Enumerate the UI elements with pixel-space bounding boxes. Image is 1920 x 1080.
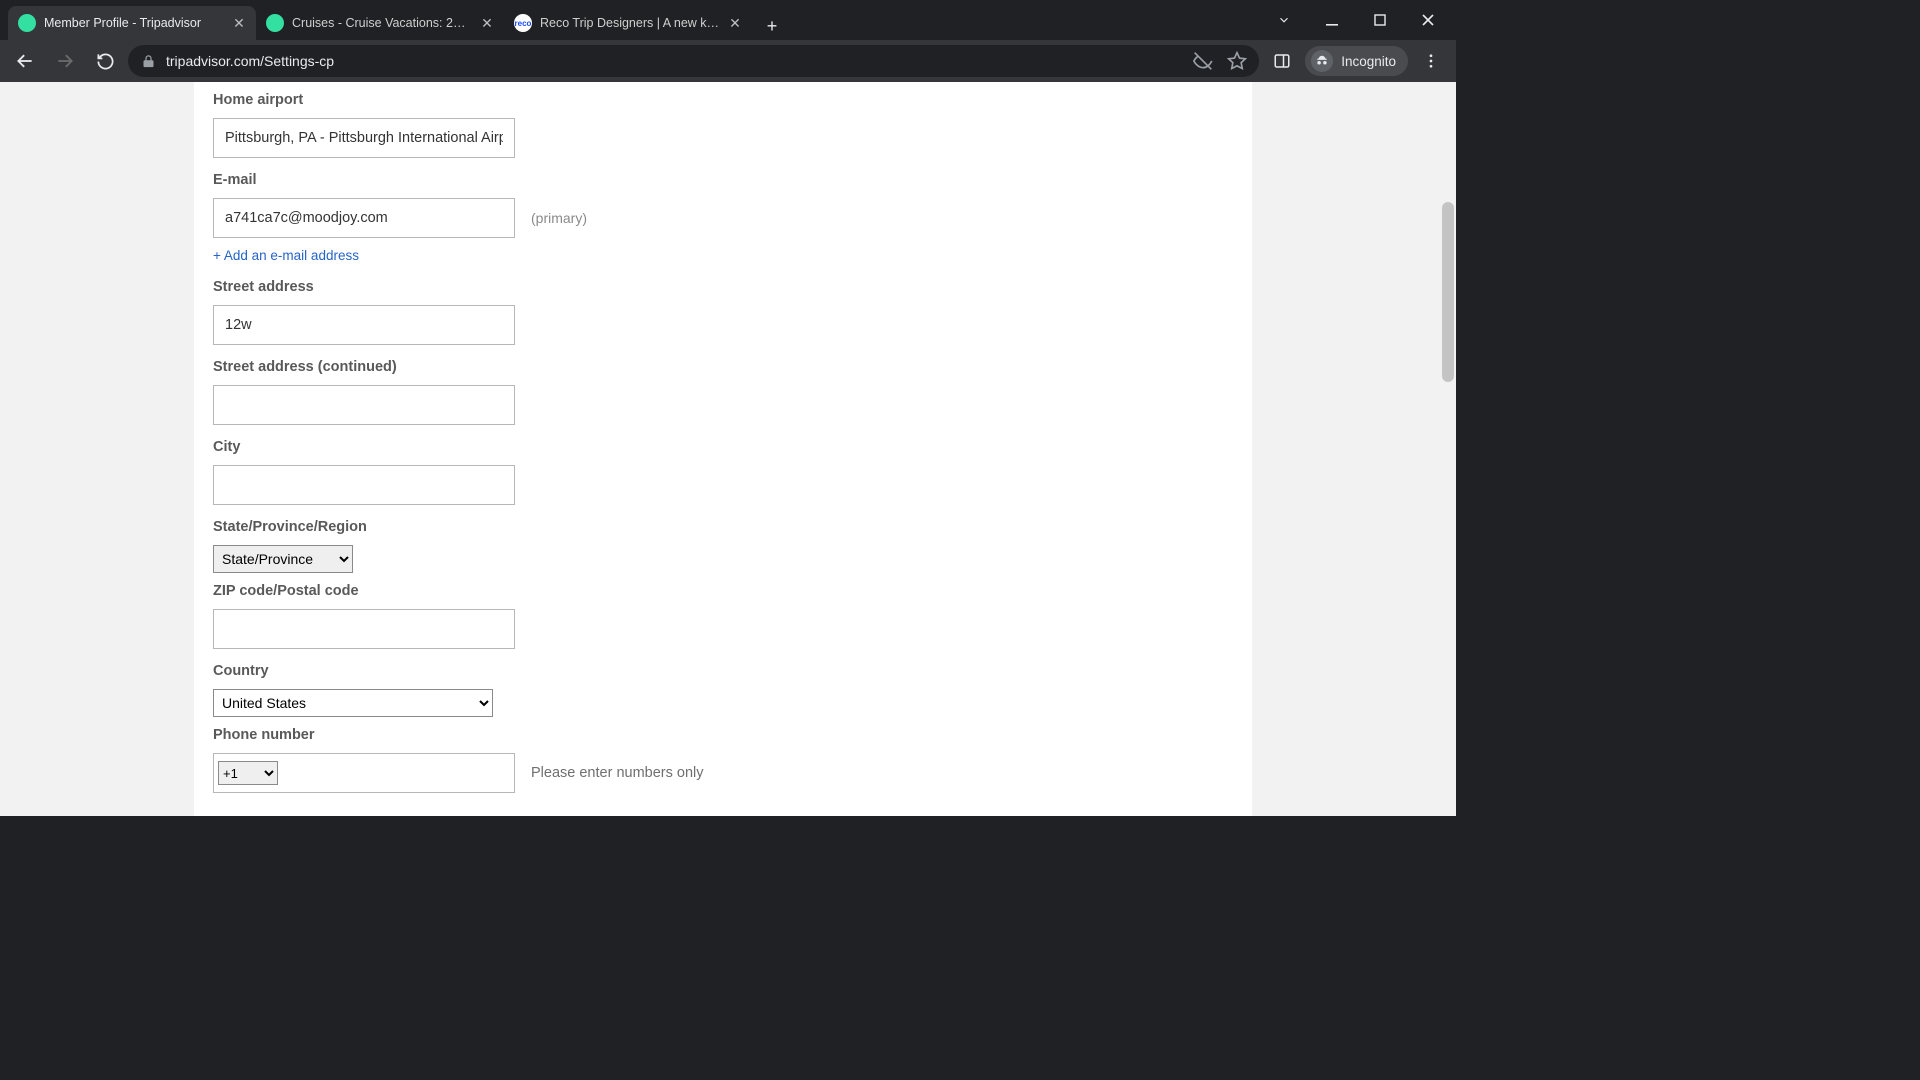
phone-number-input[interactable] <box>284 754 514 792</box>
city-input[interactable] <box>213 465 515 505</box>
vertical-scrollbar[interactable] <box>1440 82 1456 816</box>
omnibox-right <box>1193 51 1247 71</box>
tab-reco[interactable]: reco Reco Trip Designers | A new kind ✕ <box>504 6 752 40</box>
label-phone: Phone number <box>213 727 1252 743</box>
browser-toolbar: tripadvisor.com/Settings-cp Incognito <box>0 40 1456 82</box>
phone-country-code-select[interactable]: +1 <box>218 761 278 785</box>
email-primary-note: (primary) <box>531 210 587 226</box>
tab-title: Cruises - Cruise Vacations: 2023 <box>292 16 472 30</box>
tab-strip: Member Profile - Tripadvisor ✕ Cruises -… <box>0 0 1456 40</box>
address-bar[interactable]: tripadvisor.com/Settings-cp <box>128 45 1259 77</box>
maximize-button[interactable] <box>1358 4 1402 36</box>
label-street-address: Street address <box>213 279 1252 295</box>
email-input[interactable] <box>213 198 515 238</box>
lock-icon <box>140 53 156 69</box>
label-state: State/Province/Region <box>213 519 1252 535</box>
url-text: tripadvisor.com/Settings-cp <box>166 53 1183 69</box>
close-icon[interactable]: ✕ <box>728 16 742 30</box>
label-zip: ZIP code/Postal code <box>213 583 1252 599</box>
close-icon[interactable]: ✕ <box>232 16 246 30</box>
label-home-airport: Home airport <box>213 92 1252 108</box>
incognito-icon <box>1311 50 1333 72</box>
tab-member-profile[interactable]: Member Profile - Tripadvisor ✕ <box>8 6 256 40</box>
country-select[interactable]: United States <box>213 689 493 717</box>
tab-title: Member Profile - Tripadvisor <box>44 16 224 30</box>
label-email: E-mail <box>213 172 1252 188</box>
tripadvisor-favicon-icon <box>18 14 36 32</box>
side-panel-icon[interactable] <box>1265 44 1299 78</box>
label-street-address-2: Street address (continued) <box>213 359 1252 375</box>
label-city: City <box>213 439 1252 455</box>
page-viewport: Home airport E-mail (primary) + Add an e… <box>0 82 1456 816</box>
forward-button <box>48 44 82 78</box>
street-address-input[interactable] <box>213 305 515 345</box>
phone-field: +1 <box>213 753 515 793</box>
label-country: Country <box>213 663 1252 679</box>
close-icon[interactable]: ✕ <box>480 16 494 30</box>
window-controls <box>1262 0 1456 40</box>
kebab-menu-icon[interactable] <box>1414 44 1448 78</box>
tripadvisor-favicon-icon <box>266 14 284 32</box>
tab-title: Reco Trip Designers | A new kind <box>540 16 720 30</box>
reload-button[interactable] <box>88 44 122 78</box>
street-address-2-input[interactable] <box>213 385 515 425</box>
settings-page: Home airport E-mail (primary) + Add an e… <box>194 82 1252 816</box>
home-airport-input[interactable] <box>213 118 515 158</box>
scrollbar-thumb[interactable] <box>1442 202 1454 382</box>
zip-input[interactable] <box>213 609 515 649</box>
reco-favicon-icon: reco <box>514 14 532 32</box>
tab-cruises[interactable]: Cruises - Cruise Vacations: 2023 ✕ <box>256 6 504 40</box>
eye-off-icon[interactable] <box>1193 51 1213 71</box>
phone-hint: Please enter numbers only <box>531 765 704 781</box>
minimize-button[interactable] <box>1310 4 1354 36</box>
incognito-chip[interactable]: Incognito <box>1305 46 1408 76</box>
close-window-button[interactable] <box>1406 4 1450 36</box>
new-tab-button[interactable]: + <box>758 12 786 40</box>
chevron-down-icon[interactable] <box>1262 4 1306 36</box>
state-select[interactable]: State/Province <box>213 545 353 573</box>
incognito-label: Incognito <box>1341 54 1396 69</box>
bookmark-star-icon[interactable] <box>1227 51 1247 71</box>
add-email-link[interactable]: + Add an e-mail address <box>213 248 359 263</box>
back-button[interactable] <box>8 44 42 78</box>
